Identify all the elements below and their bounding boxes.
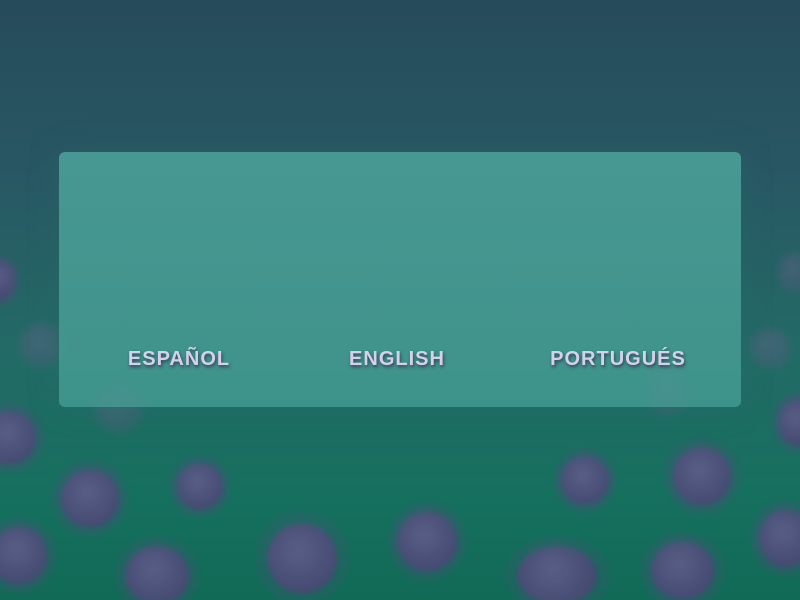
- virus-icon: [257, 513, 347, 600]
- virus-icon: [751, 500, 800, 576]
- spanish-language-button[interactable]: ESPAÑOL: [114, 344, 244, 374]
- virus-icon: [664, 438, 740, 514]
- virus-icon: [0, 255, 19, 305]
- virus-icon: [17, 320, 67, 370]
- virus-icon: [0, 517, 55, 593]
- virus-icon: [388, 502, 466, 580]
- language-selection-panel: ESPAÑOL ENGLISH PORTUGUÉS: [59, 152, 741, 407]
- virus-icon: [773, 392, 800, 452]
- virus-icon: [52, 460, 128, 536]
- language-options: ESPAÑOL ENGLISH PORTUGUÉS: [59, 344, 741, 374]
- virus-icon: [116, 537, 198, 600]
- virus-icon: [642, 532, 723, 600]
- virus-icon: [747, 325, 793, 371]
- virus-icon: [170, 456, 230, 516]
- virus-icon: [0, 403, 44, 472]
- virus-icon: [506, 537, 608, 600]
- virus-icon: [776, 250, 800, 294]
- english-language-button[interactable]: ENGLISH: [332, 344, 462, 374]
- portuguese-language-button[interactable]: PORTUGUÉS: [538, 344, 698, 374]
- virus-icon: [554, 449, 616, 511]
